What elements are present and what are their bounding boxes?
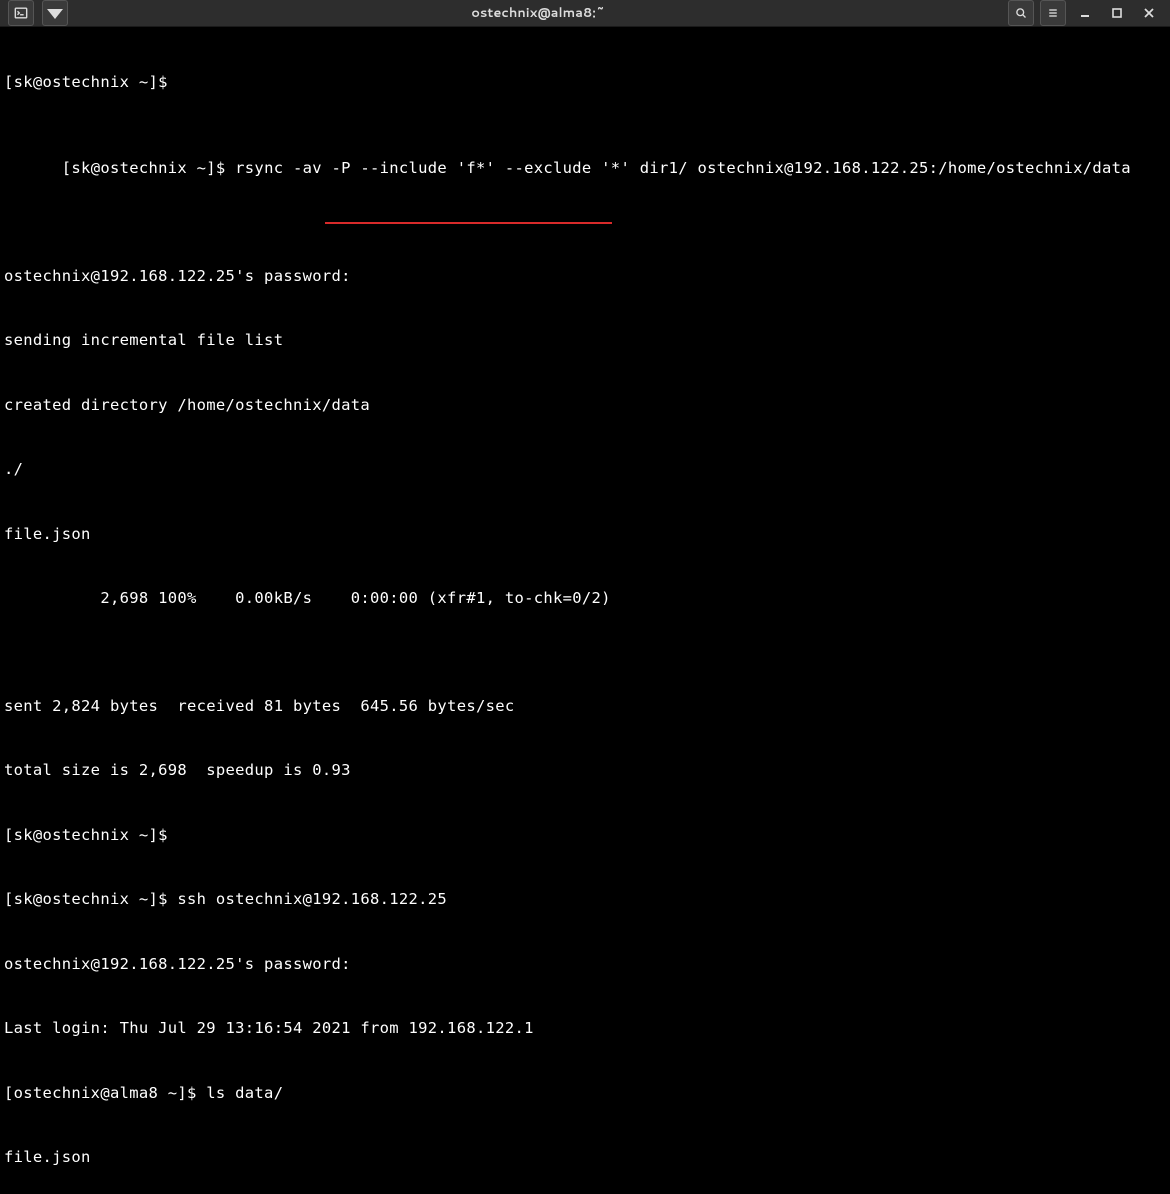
titlebar-right bbox=[1008, 0, 1162, 26]
terminal-window: ostechnix@alma8:~ bbox=[0, 0, 1170, 597]
terminal-line: total size is 2,698 speedup is 0.93 bbox=[4, 760, 1166, 782]
terminal-line: ostechnix@192.168.122.25's password: bbox=[4, 954, 1166, 976]
terminal-line: ostechnix@192.168.122.25's password: bbox=[4, 266, 1166, 288]
terminal-line: Last login: Thu Jul 29 13:16:54 2021 fro… bbox=[4, 1018, 1166, 1040]
titlebar: ostechnix@alma8:~ bbox=[0, 0, 1170, 27]
minimize-button[interactable] bbox=[1072, 0, 1098, 26]
new-tab-button[interactable] bbox=[42, 0, 68, 26]
terminal-line: [sk@ostechnix ~]$ rsync -av -P --include… bbox=[4, 137, 1166, 223]
terminal-line: [sk@ostechnix ~]$ ssh ostechnix@192.168.… bbox=[4, 889, 1166, 911]
window-title: ostechnix@alma8:~ bbox=[68, 4, 1008, 22]
terminal-line: [sk@ostechnix ~]$ bbox=[4, 825, 1166, 847]
terminal-line: ./ bbox=[4, 459, 1166, 481]
terminal-line: sent 2,824 bytes received 81 bytes 645.5… bbox=[4, 696, 1166, 718]
search-button[interactable] bbox=[1008, 0, 1034, 26]
terminal-icon[interactable] bbox=[8, 0, 34, 26]
menu-button[interactable] bbox=[1040, 0, 1066, 26]
terminal-line: 2,698 100% 0.00kB/s 0:00:00 (xfr#1, to-c… bbox=[4, 588, 1166, 610]
terminal-line: file.json bbox=[4, 524, 1166, 546]
terminal-line: created directory /home/ostechnix/data bbox=[4, 395, 1166, 417]
close-button[interactable] bbox=[1136, 0, 1162, 26]
maximize-button[interactable] bbox=[1104, 0, 1130, 26]
terminal-line: sending incremental file list bbox=[4, 330, 1166, 352]
terminal-area[interactable]: [sk@ostechnix ~]$ [sk@ostechnix ~]$ rsyn… bbox=[0, 27, 1170, 1194]
terminal-text: [sk@ostechnix ~]$ rsync -av -P --include… bbox=[62, 159, 1131, 177]
red-underline-annotation bbox=[325, 222, 612, 224]
terminal-line: file.json bbox=[4, 1147, 1166, 1169]
titlebar-left bbox=[8, 0, 68, 26]
terminal-line: [sk@ostechnix ~]$ bbox=[4, 72, 1166, 94]
terminal-line: [ostechnix@alma8 ~]$ ls data/ bbox=[4, 1083, 1166, 1105]
